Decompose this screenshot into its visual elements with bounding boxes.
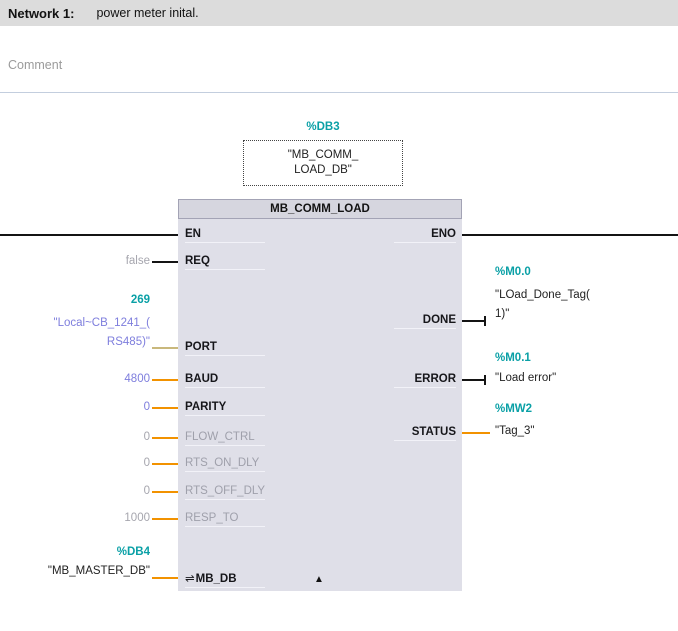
resp-to-value[interactable]: 1000	[0, 512, 150, 524]
pin-status[interactable]: STATUS	[394, 426, 456, 441]
status-operand[interactable]: "Tag_3"	[495, 425, 535, 437]
pin-port[interactable]: PORT	[185, 341, 265, 356]
port-wire	[152, 347, 178, 349]
done-wire	[462, 320, 484, 322]
network-comment-field[interactable]: Comment	[8, 58, 62, 72]
pin-mb-db[interactable]: ⇌MB_DB	[185, 571, 265, 588]
instance-db-name-line2: LOAD_DB"	[294, 164, 352, 176]
pin-parity[interactable]: PARITY	[185, 401, 265, 416]
error-operand[interactable]: "Load error"	[495, 372, 556, 384]
pin-resp-to[interactable]: RESP_TO	[185, 512, 265, 527]
instance-db-name-line1: "MB_COMM_	[287, 149, 359, 161]
done-address[interactable]: %M0.0	[495, 266, 531, 278]
mb-db-wire	[152, 577, 178, 579]
network-title-text[interactable]: power meter inital.	[96, 6, 198, 20]
done-wire-endbar	[484, 316, 486, 326]
status-address[interactable]: %MW2	[495, 403, 532, 415]
rts-on-dly-wire	[152, 463, 178, 465]
req-wire	[152, 261, 178, 263]
flow-ctrl-wire	[152, 437, 178, 439]
pin-error[interactable]: ERROR	[394, 373, 456, 388]
rts-on-dly-value[interactable]: 0	[0, 457, 150, 469]
req-value[interactable]: false	[0, 255, 150, 267]
block-title[interactable]: MB_COMM_LOAD	[178, 199, 462, 219]
pin-done[interactable]: DONE	[394, 314, 456, 329]
pin-rts-on-dly[interactable]: RTS_ON_DLY	[185, 457, 265, 472]
parity-value[interactable]: 0	[0, 401, 150, 413]
instance-db-name-box[interactable]: "MB_COMM_ LOAD_DB"	[243, 140, 403, 186]
pin-eno[interactable]: ENO	[394, 228, 456, 243]
parity-wire	[152, 407, 178, 409]
flow-ctrl-value[interactable]: 0	[0, 431, 150, 443]
inout-icon: ⇌	[185, 573, 195, 585]
error-address[interactable]: %M0.1	[495, 352, 531, 364]
port-value[interactable]: 269	[0, 294, 150, 306]
collapse-triangle-icon[interactable]: ▲	[314, 575, 324, 585]
port-operand-line2[interactable]: RS485)"	[0, 336, 150, 348]
eno-output-wire	[462, 234, 678, 236]
mb-db-address[interactable]: %DB4	[0, 546, 150, 558]
port-operand-line1[interactable]: "Local~CB_1241_(	[0, 317, 150, 329]
left-rail-wire	[0, 234, 178, 236]
resp-to-wire	[152, 518, 178, 520]
baud-value[interactable]: 4800	[0, 373, 150, 385]
baud-wire	[152, 379, 178, 381]
done-operand-line2[interactable]: 1)"	[495, 308, 509, 320]
pin-en[interactable]: EN	[185, 228, 265, 243]
network-title-bar[interactable]: Network 1: power meter inital.	[0, 0, 678, 26]
done-operand-line1[interactable]: "LOad_Done_Tag(	[495, 289, 590, 301]
pin-flow-ctrl[interactable]: FLOW_CTRL	[185, 431, 265, 446]
pin-rts-off-dly[interactable]: RTS_OFF_DLY	[185, 485, 265, 500]
network-number-label: Network 1:	[8, 5, 75, 21]
error-wire-endbar	[484, 375, 486, 385]
status-wire	[462, 432, 490, 434]
rts-off-dly-value[interactable]: 0	[0, 485, 150, 497]
instance-db-address[interactable]: %DB3	[243, 121, 403, 133]
error-wire	[462, 379, 484, 381]
pin-mb-db-label: MB_DB	[195, 573, 237, 585]
pin-baud[interactable]: BAUD	[185, 373, 265, 388]
ladder-editor-network: Network 1: power meter inital. Comment %…	[0, 0, 678, 631]
comment-separator	[0, 92, 678, 93]
rts-off-dly-wire	[152, 491, 178, 493]
pin-req[interactable]: REQ	[185, 255, 265, 270]
mb-db-operand[interactable]: "MB_MASTER_DB"	[0, 565, 150, 577]
